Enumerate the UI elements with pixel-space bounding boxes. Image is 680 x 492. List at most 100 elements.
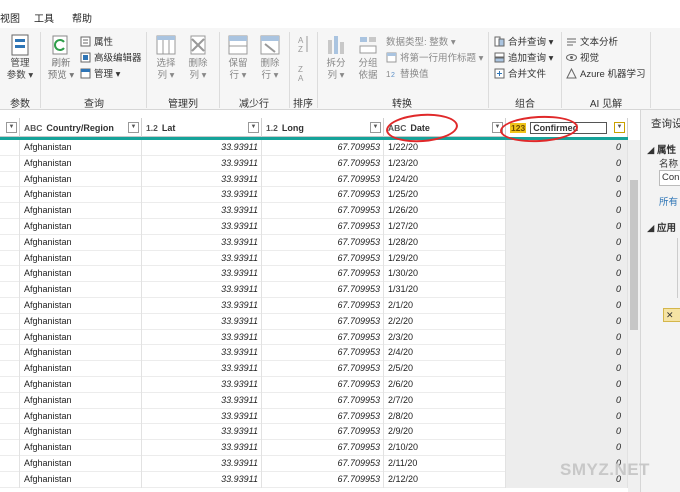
cell-lat[interactable]: 33.93911 xyxy=(142,471,262,488)
cell-country[interactable]: Afghanistan xyxy=(20,408,142,425)
cell-date[interactable]: 2/3/20 xyxy=(384,329,506,346)
cell-lat[interactable]: 33.93911 xyxy=(142,266,262,283)
cell-conf[interactable]: 0 xyxy=(506,155,628,172)
row-index[interactable] xyxy=(0,313,20,330)
cell-lat[interactable]: 33.93911 xyxy=(142,155,262,172)
menu-view[interactable]: 视图 xyxy=(0,10,20,25)
remove-columns-button[interactable]: 删除 列 ▾ xyxy=(184,34,212,82)
first-row-header-button[interactable]: 将第一行用作标题 ▾ xyxy=(386,50,483,64)
table-row[interactable]: Afghanistan 33.93911 67.709953 2/9/20 0 xyxy=(0,424,628,441)
cell-date[interactable]: 2/12/20 xyxy=(384,471,506,488)
cell-conf[interactable]: 0 xyxy=(506,171,628,188)
merge-queries-button[interactable]: 合并查询 ▾ xyxy=(494,34,553,48)
menu-help[interactable]: 帮助 xyxy=(72,10,92,25)
cell-country[interactable]: Afghanistan xyxy=(20,298,142,314)
choose-columns-button[interactable]: 选择 列 ▾ xyxy=(152,34,180,82)
cell-date[interactable]: 2/1/20 xyxy=(384,298,506,314)
cell-lat[interactable]: 33.93911 xyxy=(142,298,262,314)
cell-long[interactable]: 67.709953 xyxy=(262,408,384,425)
group-by-button[interactable]: 分组 依据 xyxy=(354,34,382,82)
cell-date[interactable]: 2/5/20 xyxy=(384,361,506,377)
cell-conf[interactable]: 0 xyxy=(506,234,628,251)
cell-long[interactable]: 67.709953 xyxy=(262,361,384,377)
cell-country[interactable]: Afghanistan xyxy=(20,424,142,441)
table-row[interactable]: Afghanistan 33.93911 67.709953 2/7/20 0 xyxy=(0,392,628,409)
cell-country[interactable]: Afghanistan xyxy=(20,219,142,235)
cell-conf[interactable]: 0 xyxy=(506,282,628,298)
cell-long[interactable]: 67.709953 xyxy=(262,313,384,330)
cell-conf[interactable]: 0 xyxy=(506,440,628,456)
cell-country[interactable]: Afghanistan xyxy=(20,171,142,188)
cell-long[interactable]: 67.709953 xyxy=(262,440,384,456)
table-row[interactable]: Afghanistan 33.93911 67.709953 2/5/20 0 xyxy=(0,361,628,377)
cell-conf[interactable]: 0 xyxy=(506,250,628,267)
row-index[interactable] xyxy=(0,440,20,456)
cell-date[interactable]: 1/22/20 xyxy=(384,140,506,156)
table-row[interactable]: Afghanistan 33.93911 67.709953 2/12/20 0 xyxy=(0,471,628,488)
cell-lat[interactable]: 33.93911 xyxy=(142,361,262,377)
cell-lat[interactable]: 33.93911 xyxy=(142,234,262,251)
cell-country[interactable]: Afghanistan xyxy=(20,471,142,488)
chevron-down-icon[interactable]: ▼ xyxy=(614,122,625,133)
cell-long[interactable]: 67.709953 xyxy=(262,392,384,409)
manage-button[interactable]: 管理 ▾ xyxy=(80,66,120,80)
cell-conf[interactable]: 0 xyxy=(506,219,628,235)
sort-descending-button[interactable]: ZA xyxy=(296,64,310,88)
cell-long[interactable]: 67.709953 xyxy=(262,424,384,441)
column-header-long[interactable]: 1.2 Long ▼ xyxy=(262,118,384,137)
cell-country[interactable]: Afghanistan xyxy=(20,361,142,377)
cell-lat[interactable]: 33.93911 xyxy=(142,377,262,393)
cell-date[interactable]: 2/7/20 xyxy=(384,392,506,409)
cell-date[interactable]: 2/4/20 xyxy=(384,345,506,362)
row-index[interactable] xyxy=(0,329,20,346)
manage-params-button[interactable]: 管理 参数 ▾ xyxy=(6,34,34,82)
row-index[interactable] xyxy=(0,234,20,251)
cell-lat[interactable]: 33.93911 xyxy=(142,171,262,188)
cell-date[interactable]: 2/9/20 xyxy=(384,424,506,441)
cell-date[interactable]: 1/26/20 xyxy=(384,203,506,219)
cell-conf[interactable]: 0 xyxy=(506,377,628,393)
cell-long[interactable]: 67.709953 xyxy=(262,282,384,298)
cell-long[interactable]: 67.709953 xyxy=(262,187,384,204)
advanced-editor-button[interactable]: 高级编辑器 xyxy=(80,50,142,64)
cell-date[interactable]: 1/29/20 xyxy=(384,250,506,267)
cell-lat[interactable]: 33.93911 xyxy=(142,345,262,362)
table-row[interactable]: Afghanistan 33.93911 67.709953 2/2/20 0 xyxy=(0,313,628,330)
cell-lat[interactable]: 33.93911 xyxy=(142,313,262,330)
cell-country[interactable]: Afghanistan xyxy=(20,440,142,456)
table-row[interactable]: Afghanistan 33.93911 67.709953 1/28/20 0 xyxy=(0,234,628,251)
cell-lat[interactable]: 33.93911 xyxy=(142,203,262,219)
cell-conf[interactable]: 0 xyxy=(506,424,628,441)
table-row[interactable]: Afghanistan 33.93911 67.709953 1/23/20 0 xyxy=(0,155,628,172)
table-row[interactable]: Afghanistan 33.93911 67.709953 2/8/20 0 xyxy=(0,408,628,425)
row-index[interactable] xyxy=(0,266,20,283)
row-index[interactable] xyxy=(0,408,20,425)
cell-date[interactable]: 1/31/20 xyxy=(384,282,506,298)
cell-country[interactable]: Afghanistan xyxy=(20,282,142,298)
column-header-lat[interactable]: 1.2 Lat ▼ xyxy=(142,118,262,137)
menu-tools[interactable]: 工具 xyxy=(34,10,54,25)
cell-date[interactable]: 1/28/20 xyxy=(384,234,506,251)
table-row[interactable]: Afghanistan 33.93911 67.709953 2/11/20 0 xyxy=(0,456,628,472)
row-index[interactable] xyxy=(0,298,20,314)
cell-lat[interactable]: 33.93911 xyxy=(142,329,262,346)
row-index[interactable] xyxy=(0,140,20,156)
cell-country[interactable]: Afghanistan xyxy=(20,313,142,330)
chevron-down-icon[interactable]: ▼ xyxy=(248,122,259,133)
cell-conf[interactable]: 0 xyxy=(506,408,628,425)
cell-lat[interactable]: 33.93911 xyxy=(142,440,262,456)
cell-lat[interactable]: 33.93911 xyxy=(142,408,262,425)
sort-ascending-button[interactable]: AZ xyxy=(296,34,310,66)
row-index[interactable] xyxy=(0,203,20,219)
row-index[interactable] xyxy=(0,219,20,235)
azure-ml-button[interactable]: Azure 机器学习 xyxy=(566,66,645,80)
cell-long[interactable]: 67.709953 xyxy=(262,155,384,172)
vertical-scrollbar[interactable] xyxy=(628,140,640,492)
table-row[interactable]: Afghanistan 33.93911 67.709953 1/29/20 0 xyxy=(0,250,628,267)
properties-button[interactable]: 属性 xyxy=(80,34,113,48)
cell-conf[interactable]: 0 xyxy=(506,140,628,156)
cell-country[interactable]: Afghanistan xyxy=(20,250,142,267)
cell-long[interactable]: 67.709953 xyxy=(262,377,384,393)
cell-lat[interactable]: 33.93911 xyxy=(142,282,262,298)
table-row[interactable]: Afghanistan 33.93911 67.709953 1/30/20 0 xyxy=(0,266,628,283)
